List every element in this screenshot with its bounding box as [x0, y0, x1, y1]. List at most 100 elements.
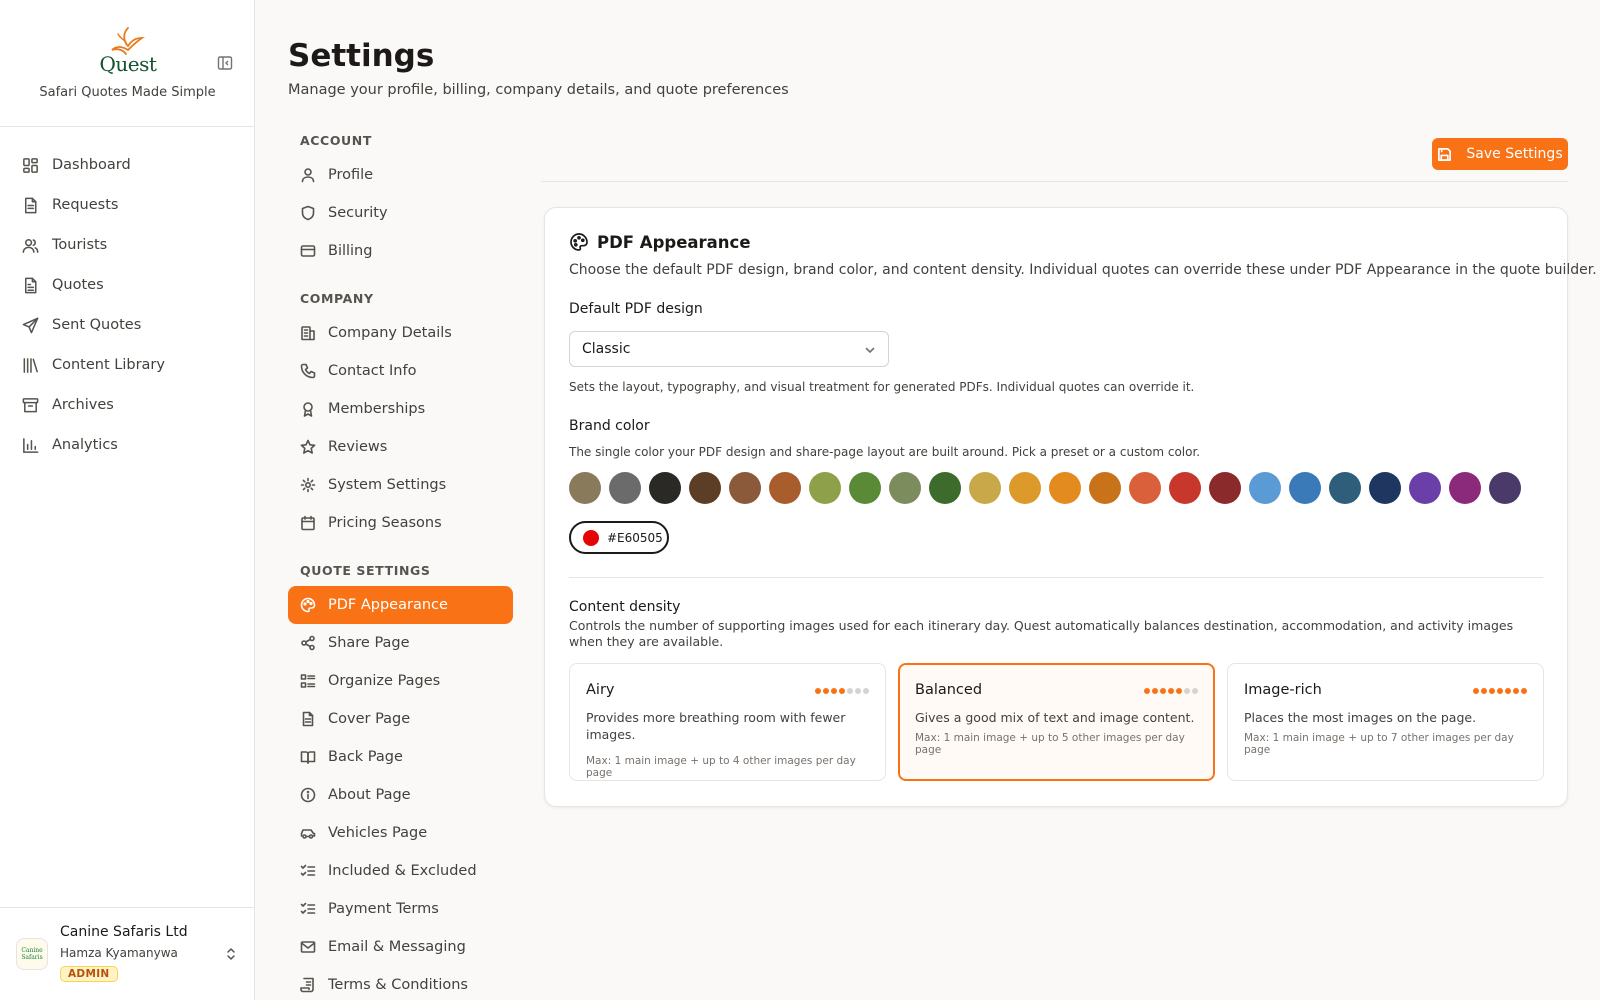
density-option-airy[interactable]: Airy Provides more breathing room with f…	[569, 663, 886, 781]
color-swatch[interactable]	[1489, 472, 1521, 504]
density-option-balanced[interactable]: Balanced Gives a good mix of text and im…	[898, 663, 1215, 781]
sidebar-item-content-library[interactable]: Content Library	[0, 345, 254, 385]
color-swatch[interactable]	[1409, 472, 1441, 504]
content-density-description: Controls the number of supporting images…	[569, 618, 1514, 649]
logo-wordmark: Quest	[99, 52, 157, 76]
page-subtitle: Manage your profile, billing, company de…	[288, 82, 789, 98]
sidebar-item-analytics[interactable]: Analytics	[0, 425, 254, 465]
color-swatch[interactable]	[1329, 472, 1361, 504]
density-option-image-rich[interactable]: Image-rich Places the most images on the…	[1227, 663, 1544, 781]
shield-icon	[300, 205, 316, 221]
settings-item-label: Company Details	[328, 325, 452, 341]
color-swatch[interactable]	[1009, 472, 1041, 504]
settings-item-system-settings[interactable]: System Settings	[288, 466, 513, 504]
settings-item-included-excluded[interactable]: Included & Excluded	[288, 852, 513, 890]
sidebar-item-tourists[interactable]: Tourists	[0, 225, 254, 265]
settings-item-organize-pages[interactable]: Organize Pages	[288, 662, 513, 700]
color-swatch[interactable]	[1209, 472, 1241, 504]
settings-item-pricing-seasons[interactable]: Pricing Seasons	[288, 504, 513, 542]
settings-item-pdf-appearance[interactable]: PDF Appearance	[288, 586, 513, 624]
settings-item-security[interactable]: Security	[288, 194, 513, 232]
settings-item-company-details[interactable]: Company Details	[288, 314, 513, 352]
car-icon	[300, 825, 316, 841]
color-swatch[interactable]	[569, 472, 601, 504]
settings-item-profile[interactable]: Profile	[288, 156, 513, 194]
color-swatch[interactable]	[1449, 472, 1481, 504]
density-dot	[1505, 688, 1511, 694]
account-switcher[interactable]: Canine Safaris Canine Safaris Ltd Hamza …	[0, 907, 255, 1000]
settings-item-label: Payment Terms	[328, 901, 439, 917]
density-dot	[1160, 688, 1166, 694]
settings-item-back-page[interactable]: Back Page	[288, 738, 513, 776]
color-swatch[interactable]	[1369, 472, 1401, 504]
color-swatch[interactable]	[1169, 472, 1201, 504]
users-icon	[20, 235, 40, 255]
sidebar-item-archives[interactable]: Archives	[0, 385, 254, 425]
settings-item-payment-terms[interactable]: Payment Terms	[288, 890, 513, 928]
density-dot	[1513, 688, 1519, 694]
sidebar-item-label: Dashboard	[52, 157, 131, 173]
color-swatch[interactable]	[809, 472, 841, 504]
color-swatch[interactable]	[729, 472, 761, 504]
settings-item-label: Email & Messaging	[328, 939, 466, 955]
density-level-dots	[1142, 688, 1198, 694]
color-swatch[interactable]	[969, 472, 1001, 504]
color-swatch[interactable]	[889, 472, 921, 504]
color-swatch[interactable]	[649, 472, 681, 504]
phone-icon	[300, 363, 316, 379]
settings-item-label: Profile	[328, 167, 374, 183]
option-max-images: Max: 1 main image + up to 4 other images…	[586, 755, 856, 779]
settings-item-label: Billing	[328, 243, 373, 259]
color-swatch[interactable]	[1249, 472, 1281, 504]
color-swatch[interactable]	[1049, 472, 1081, 504]
color-swatch[interactable]	[609, 472, 641, 504]
density-dot	[1152, 688, 1158, 694]
color-swatch[interactable]	[1089, 472, 1121, 504]
color-swatch[interactable]	[1129, 472, 1161, 504]
settings-item-cover-page[interactable]: Cover Page	[288, 700, 513, 738]
default-design-select[interactable]: Classic	[569, 331, 889, 367]
settings-item-billing[interactable]: Billing	[288, 232, 513, 270]
brand-color-label: Brand color	[569, 418, 650, 434]
color-swatch[interactable]	[769, 472, 801, 504]
color-swatch[interactable]	[1289, 472, 1321, 504]
settings-item-email-messaging[interactable]: Email & Messaging	[288, 928, 513, 966]
archive-icon	[20, 395, 40, 415]
settings-item-terms-conditions[interactable]: Terms & Conditions	[288, 966, 513, 1000]
card-title: PDF Appearance	[597, 232, 751, 252]
settings-item-label: PDF Appearance	[328, 597, 448, 613]
settings-item-contact-info[interactable]: Contact Info	[288, 352, 513, 390]
color-swatch[interactable]	[849, 472, 881, 504]
sidebar-item-quotes[interactable]: Quotes	[0, 265, 254, 305]
settings-item-share-page[interactable]: Share Page	[288, 624, 513, 662]
brand-color-help: The single color your PDF design and sha…	[569, 445, 1201, 459]
chevron-up-down-icon	[227, 948, 235, 960]
option-name: Balanced	[915, 682, 983, 698]
scroll-icon	[300, 977, 316, 993]
settings-item-vehicles-page[interactable]: Vehicles Page	[288, 814, 513, 852]
sidebar-item-sent-quotes[interactable]: Sent Quotes	[0, 305, 254, 345]
select-value: Classic	[582, 341, 631, 357]
sidebar-collapse-button[interactable]	[216, 54, 234, 72]
color-swatch[interactable]	[929, 472, 961, 504]
settings-item-about-page[interactable]: About Page	[288, 776, 513, 814]
brand-header: Quest Safari Quotes Made Simple	[0, 0, 254, 127]
save-settings-button[interactable]: Save Settings	[1432, 138, 1568, 170]
settings-item-reviews[interactable]: Reviews	[288, 428, 513, 466]
calendar-icon	[300, 515, 316, 531]
sidebar-item-label: Requests	[52, 197, 119, 213]
section-divider	[569, 577, 1543, 578]
color-swatch[interactable]	[689, 472, 721, 504]
settings-item-label: Cover Page	[328, 711, 411, 727]
option-description: Gives a good mix of text and image conte…	[915, 710, 1195, 725]
density-dot	[1176, 688, 1182, 694]
sidebar-item-label: Analytics	[52, 437, 118, 453]
sidebar-item-requests[interactable]: Requests	[0, 185, 254, 225]
custom-color-button[interactable]: #E60505	[569, 521, 669, 554]
settings-item-memberships[interactable]: Memberships	[288, 390, 513, 428]
sidebar-item-dashboard[interactable]: Dashboard	[0, 145, 254, 185]
option-description: Provides more breathing room with fewer …	[586, 710, 846, 742]
sidebar-toggle-icon	[217, 56, 233, 70]
chevron-down-icon	[865, 347, 875, 353]
file-text-icon	[20, 275, 40, 295]
